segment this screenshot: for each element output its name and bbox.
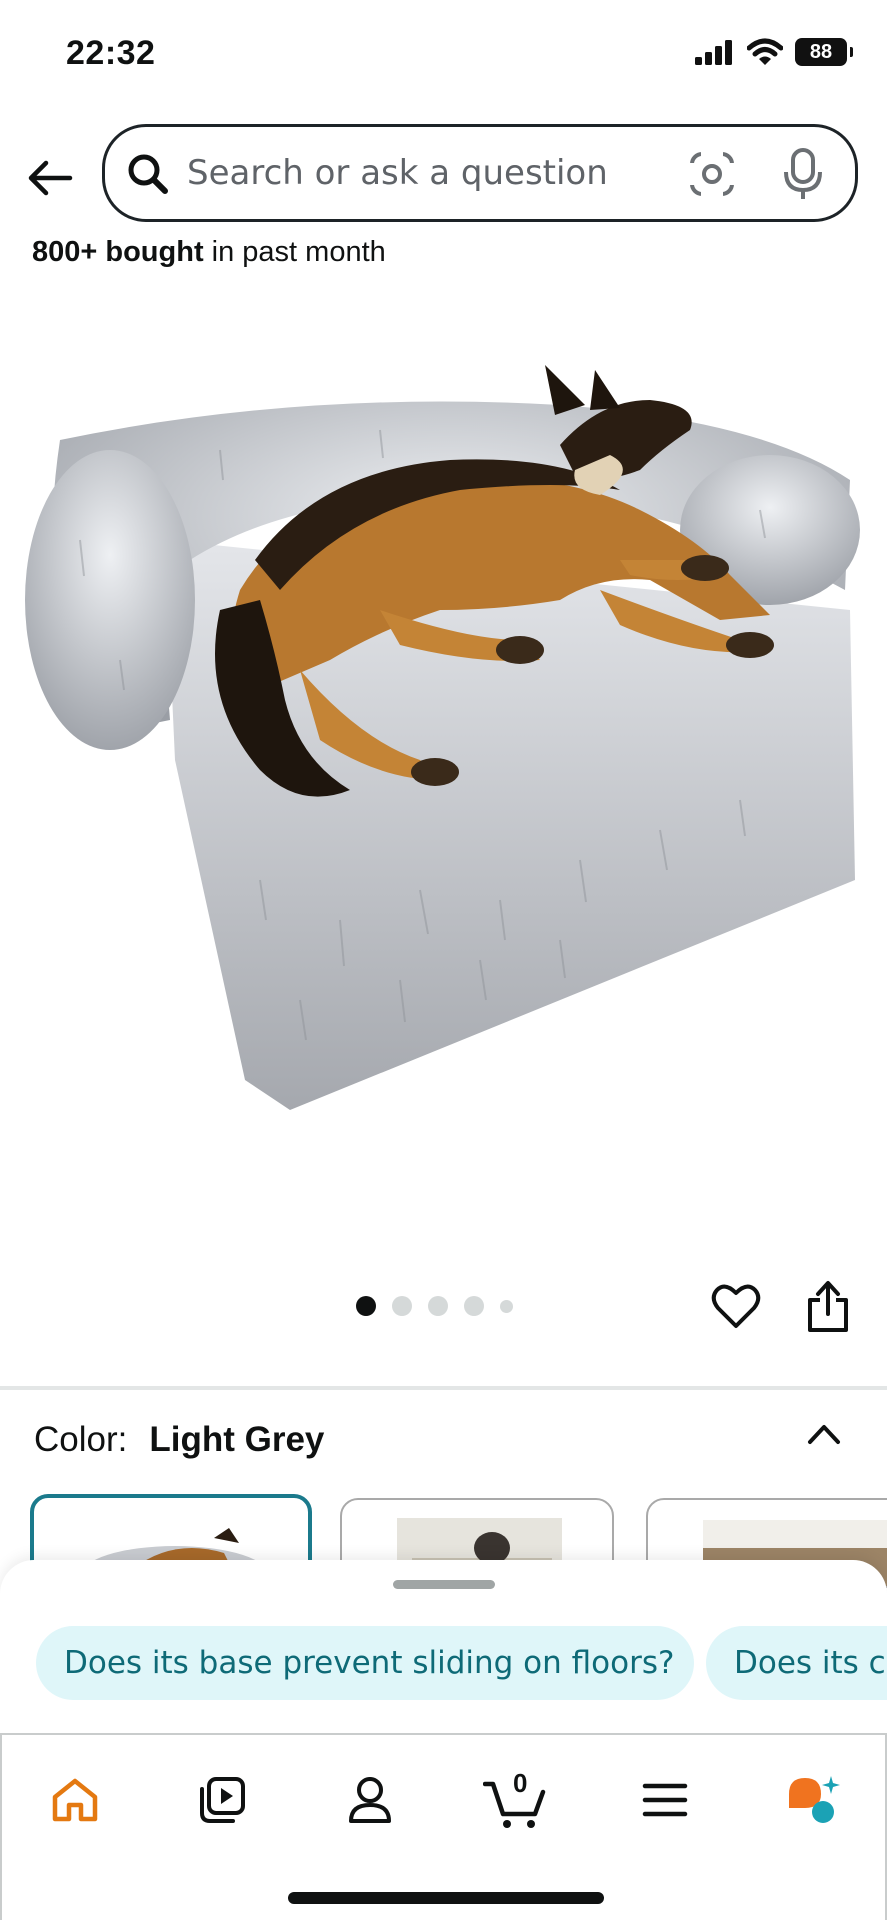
color-label: Color: <box>34 1420 128 1459</box>
heart-icon[interactable] <box>710 1280 762 1332</box>
cellular-signal-icon <box>695 40 732 65</box>
carousel-dot[interactable] <box>392 1296 412 1316</box>
home-icon <box>52 1778 98 1822</box>
section-divider <box>0 1386 887 1390</box>
search-icon <box>128 154 168 194</box>
suggestion-chip[interactable]: Does its base prevent sliding on floors? <box>36 1626 694 1700</box>
product-image[interactable] <box>0 360 887 1140</box>
person-icon <box>349 1777 391 1823</box>
search-input[interactable] <box>187 145 657 201</box>
carousel-dot[interactable] <box>428 1296 448 1316</box>
status-icons: 88 <box>695 38 853 66</box>
nav-rufus[interactable] <box>778 1765 848 1835</box>
search-box[interactable] <box>102 124 858 222</box>
microphone-icon[interactable] <box>781 147 825 201</box>
arrow-left-icon <box>28 160 73 196</box>
video-play-icon <box>200 1777 245 1823</box>
status-bar: 22:32 88 <box>0 0 887 110</box>
color-value: Light Grey <box>149 1420 325 1459</box>
hamburger-menu-icon <box>642 1783 688 1817</box>
nav-account[interactable] <box>335 1765 405 1835</box>
nav-cart[interactable]: 0 <box>480 1765 550 1835</box>
wifi-icon <box>747 38 783 65</box>
home-indicator <box>288 1892 604 1904</box>
bottom-nav: 0 <box>0 1733 887 1920</box>
share-icon[interactable] <box>804 1280 852 1334</box>
nav-menu[interactable] <box>630 1765 700 1835</box>
battery-indicator: 88 <box>795 38 853 66</box>
sheet-drag-handle[interactable] <box>393 1580 495 1589</box>
bought-suffix: in past month <box>203 236 386 268</box>
suggestion-chip[interactable]: Does its co <box>706 1626 887 1700</box>
back-button[interactable] <box>22 150 78 206</box>
carousel-dot[interactable] <box>464 1296 484 1316</box>
nav-video[interactable] <box>187 1765 257 1835</box>
carousel-dot[interactable] <box>356 1296 376 1316</box>
chevron-up-icon[interactable] <box>804 1418 844 1448</box>
cart-count: 0 <box>513 1768 528 1798</box>
ask-suggestions-sheet[interactable]: Does its base prevent sliding on floors?… <box>0 1560 887 1735</box>
nav-home[interactable] <box>40 1765 110 1835</box>
bought-count-text: 800+ bought in past month <box>32 236 386 269</box>
bought-count: 800+ bought <box>32 236 204 268</box>
color-selector-header: Color: Light Grey <box>34 1420 324 1460</box>
status-time: 22:32 <box>66 34 156 72</box>
search-header <box>0 110 887 240</box>
camera-scan-icon[interactable] <box>687 149 737 199</box>
image-carousel-dots[interactable] <box>356 1296 513 1316</box>
carousel-dot[interactable] <box>500 1299 513 1313</box>
rufus-assistant-icon <box>789 1776 840 1823</box>
